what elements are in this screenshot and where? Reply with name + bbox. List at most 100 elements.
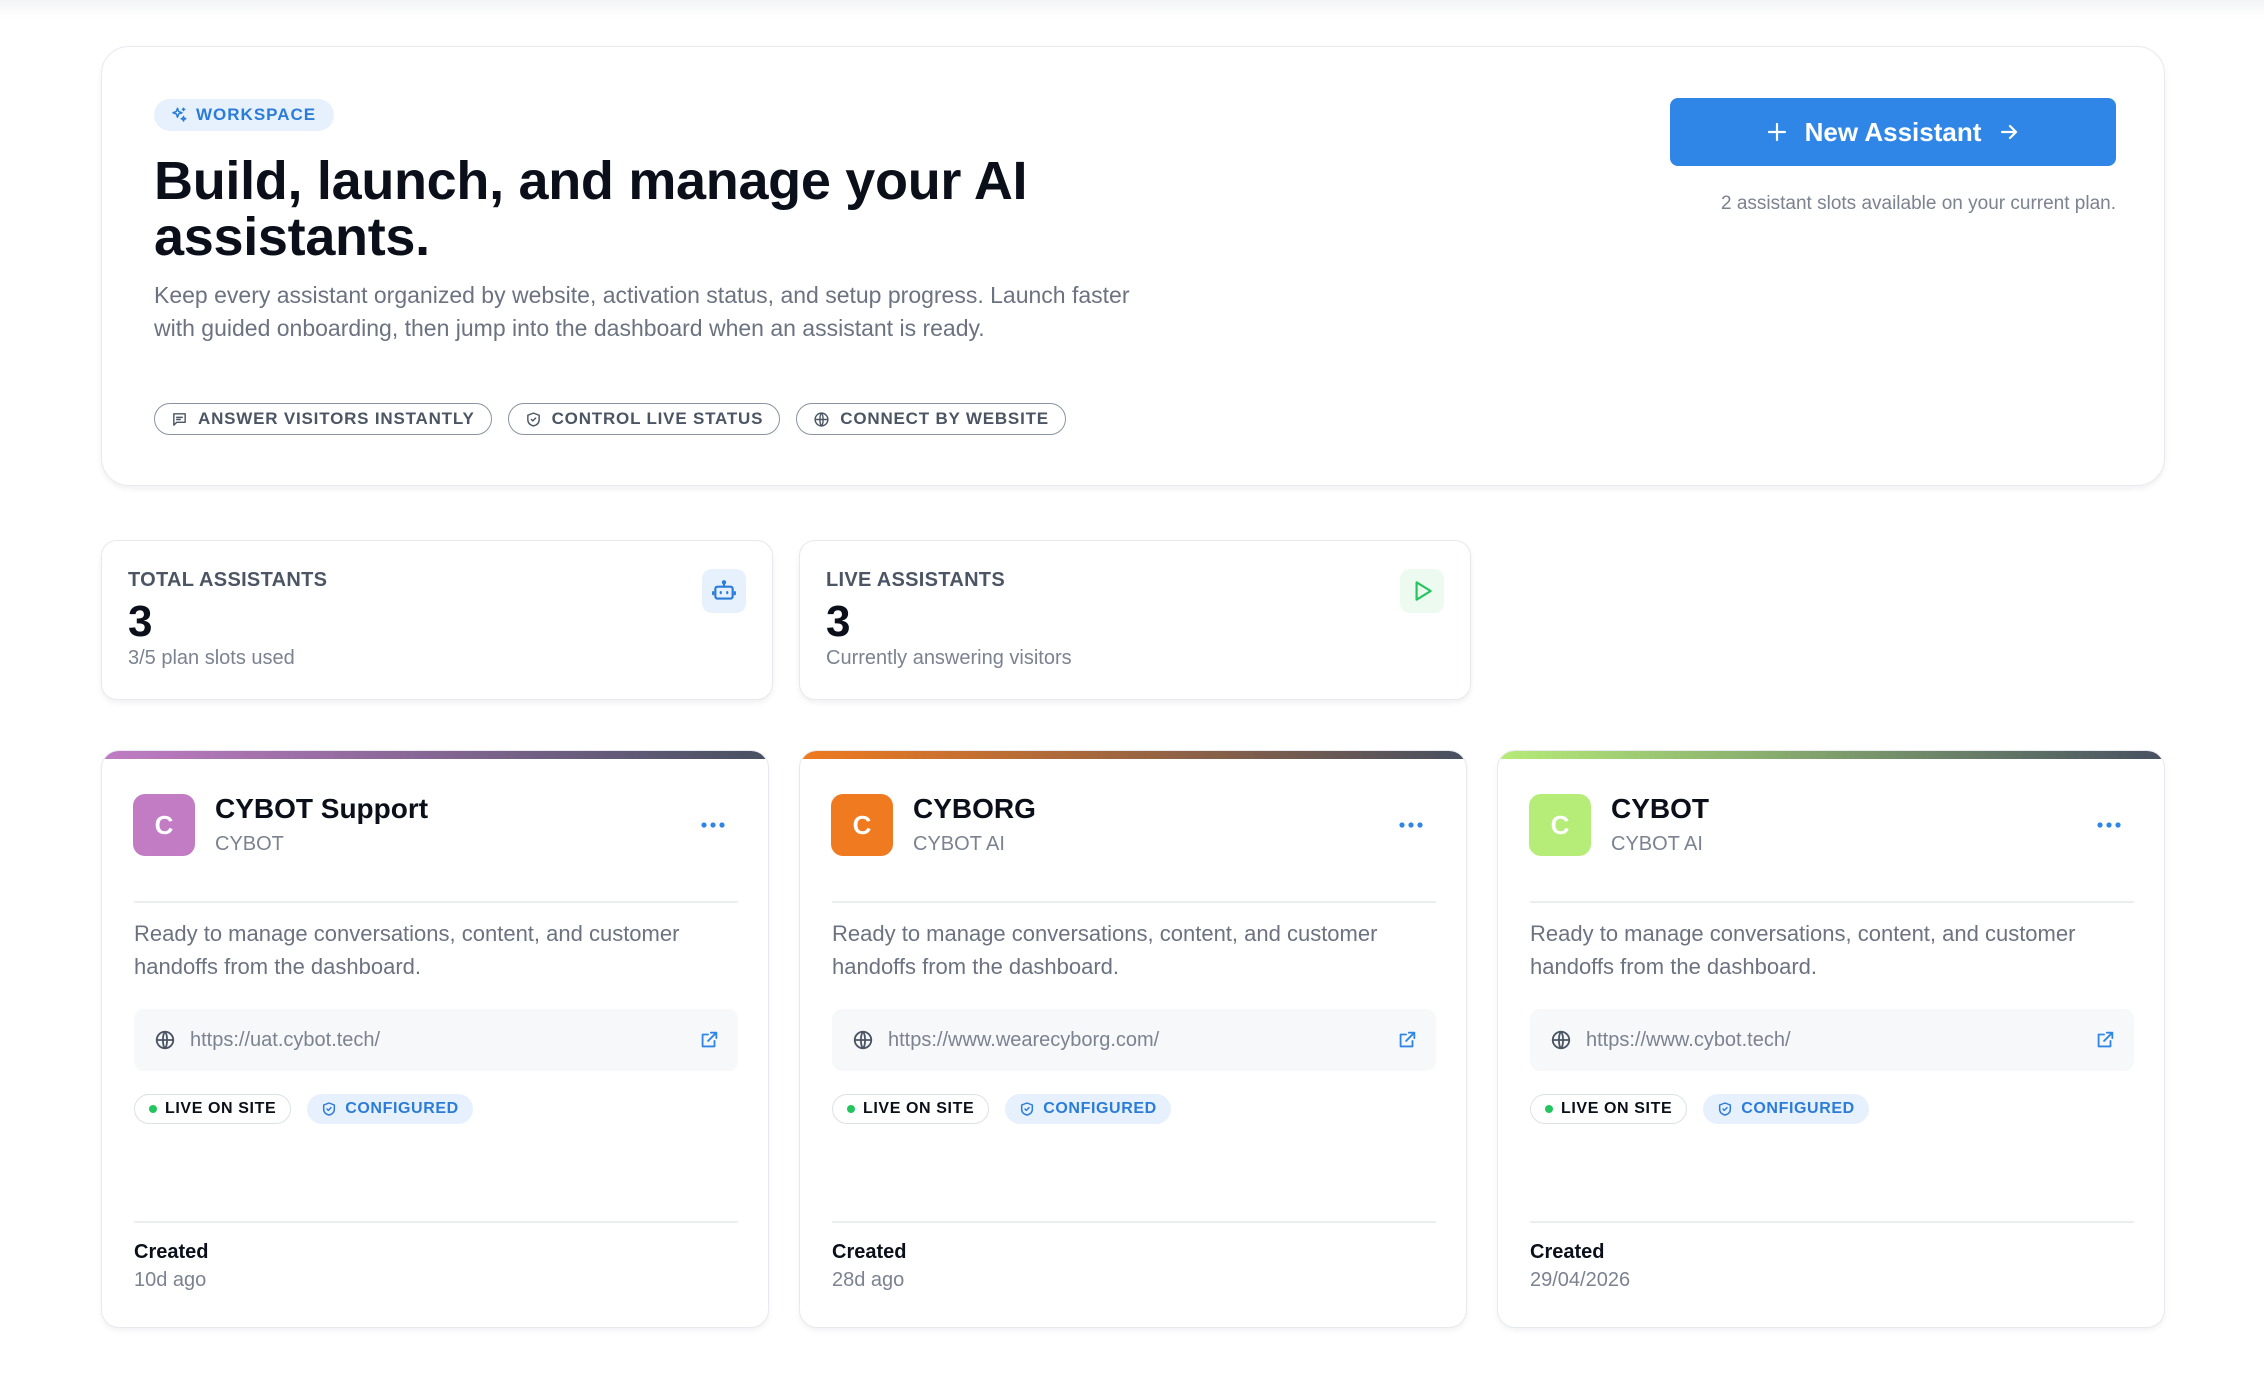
status-tags: LIVE ON SITE CONFIGURED (134, 1094, 473, 1124)
globe-icon (853, 1030, 873, 1050)
sparkles-icon (172, 107, 187, 122)
live-status-badge: LIVE ON SITE (1530, 1094, 1688, 1124)
feature-pill-answer-visitors: ANSWER VISITORS INSTANTLY (154, 403, 492, 435)
divider (134, 1221, 738, 1223)
assistant-name: CYBORG (913, 793, 1036, 824)
workspace-hero: WORKSPACE Build, launch, and manage your… (101, 46, 2165, 486)
website-url: https://www.wearecyborg.com/ (888, 1028, 1160, 1051)
live-status-label: LIVE ON SITE (1561, 1100, 1673, 1117)
created-value: 29/04/2026 (1530, 1269, 1631, 1291)
message-icon (173, 412, 186, 426)
live-status-badge: LIVE ON SITE (134, 1094, 292, 1124)
feature-pill-label: CONNECT BY WEBSITE (840, 409, 1049, 428)
divider (832, 901, 1436, 903)
globe-icon (1551, 1030, 1571, 1050)
shield-check-icon (1719, 1102, 1732, 1116)
more-options-icon[interactable] (696, 813, 730, 837)
globe-icon (155, 1030, 175, 1050)
globe-icon (814, 411, 829, 427)
robot-icon (702, 569, 746, 613)
card-accent-bar (102, 751, 768, 759)
divider (1530, 901, 2134, 903)
website-url-row: https://uat.cybot.tech/ (134, 1009, 738, 1071)
assistant-card[interactable]: C CYBORG CYBOT AI Ready to manage conver… (799, 750, 1467, 1328)
assistant-card[interactable]: C CYBOT Support CYBOT Ready to manage co… (101, 750, 769, 1328)
feature-pill-connect-website: CONNECT BY WEBSITE (796, 403, 1066, 435)
configured-label: CONFIGURED (345, 1100, 459, 1117)
avatar: C (133, 794, 195, 856)
status-tags: LIVE ON SITE CONFIGURED (1530, 1094, 1869, 1124)
new-assistant-label: New Assistant (1804, 116, 1982, 147)
website-url: https://www.cybot.tech/ (1586, 1028, 1791, 1051)
website-url-row: https://www.cybot.tech/ (1530, 1009, 2134, 1071)
live-dot-icon (149, 1105, 157, 1113)
stat-label: TOTAL ASSISTANTS (128, 569, 328, 591)
feature-pill-live-status: CONTROL LIVE STATUS (507, 403, 781, 435)
stat-card-live-assistants: LIVE ASSISTANTS 3 Currently answering vi… (799, 540, 1471, 700)
slots-available-note: 2 assistant slots available on your curr… (1721, 193, 2116, 214)
new-assistant-button[interactable]: New Assistant (1670, 98, 2116, 166)
configured-label: CONFIGURED (1741, 1100, 1855, 1117)
shield-check-icon (1021, 1102, 1034, 1116)
more-options-icon[interactable] (2092, 813, 2126, 837)
assistant-org: CYBOT AI (913, 833, 1005, 855)
avatar-initial: C (154, 809, 174, 840)
configured-badge: CONFIGURED (1005, 1094, 1171, 1124)
stat-subtext: Currently answering visitors (826, 647, 1072, 669)
assistant-org: CYBOT (215, 833, 284, 855)
website-url: https://uat.cybot.tech/ (190, 1028, 381, 1051)
shield-icon (526, 411, 540, 427)
avatar: C (1529, 794, 1591, 856)
configured-label: CONFIGURED (1043, 1100, 1157, 1117)
feature-pill-label: ANSWER VISITORS INSTANTLY (198, 409, 475, 428)
assistant-description: Ready to manage conversations, content, … (832, 921, 1378, 979)
card-accent-bar (1498, 751, 2164, 759)
page-title: Build, launch, and manage your AI assist… (154, 151, 1028, 267)
divider (134, 901, 738, 903)
assistant-name: CYBOT Support (215, 793, 429, 824)
card-accent-bar (800, 751, 1466, 759)
live-status-badge: LIVE ON SITE (832, 1094, 990, 1124)
stat-label: LIVE ASSISTANTS (826, 569, 1005, 591)
status-tags: LIVE ON SITE CONFIGURED (832, 1094, 1171, 1124)
assistant-card[interactable]: C CYBOT CYBOT AI Ready to manage convers… (1497, 750, 2165, 1328)
created-label: Created (1530, 1241, 1605, 1263)
configured-badge: CONFIGURED (1703, 1094, 1869, 1124)
stat-value: 3 (826, 597, 851, 646)
stat-value: 3 (128, 597, 153, 646)
stat-card-total-assistants: TOTAL ASSISTANTS 3 3/5 plan slots used (101, 540, 773, 700)
configured-badge: CONFIGURED (307, 1094, 473, 1124)
stat-subtext: 3/5 plan slots used (128, 647, 295, 669)
assistant-org: CYBOT AI (1611, 833, 1703, 855)
assistant-description: Ready to manage conversations, content, … (1530, 921, 2076, 979)
divider (832, 1221, 1436, 1223)
more-options-icon[interactable] (1394, 813, 1428, 837)
created-label: Created (832, 1241, 907, 1263)
external-link-icon[interactable] (1396, 1029, 1418, 1051)
live-dot-icon (847, 1105, 855, 1113)
external-link-icon[interactable] (698, 1029, 720, 1051)
workspace-badge: WORKSPACE (154, 99, 335, 131)
top-fade (0, 0, 2264, 18)
plus-icon (1767, 122, 1786, 142)
live-status-label: LIVE ON SITE (165, 1100, 277, 1117)
live-dot-icon (1545, 1105, 1553, 1113)
page-description: Keep every assistant organized by websit… (154, 282, 1130, 341)
arrow-right-icon (2001, 124, 2018, 140)
avatar: C (831, 794, 893, 856)
feature-pill-label: CONTROL LIVE STATUS (551, 409, 764, 428)
feature-pills: ANSWER VISITORS INSTANTLY CONTROL LIVE S… (154, 403, 1066, 435)
website-url-row: https://www.wearecyborg.com/ (832, 1009, 1436, 1071)
divider (1530, 1221, 2134, 1223)
external-link-icon[interactable] (2094, 1029, 2116, 1051)
live-status-label: LIVE ON SITE (863, 1100, 975, 1117)
avatar-initial: C (1550, 809, 1570, 840)
avatar-initial: C (852, 809, 872, 840)
shield-check-icon (323, 1102, 336, 1116)
created-label: Created (134, 1241, 209, 1263)
created-value: 10d ago (134, 1269, 207, 1291)
assistant-name: CYBOT (1611, 793, 1709, 824)
play-icon (1400, 569, 1444, 613)
assistant-description: Ready to manage conversations, content, … (134, 921, 680, 979)
created-value: 28d ago (832, 1269, 905, 1291)
